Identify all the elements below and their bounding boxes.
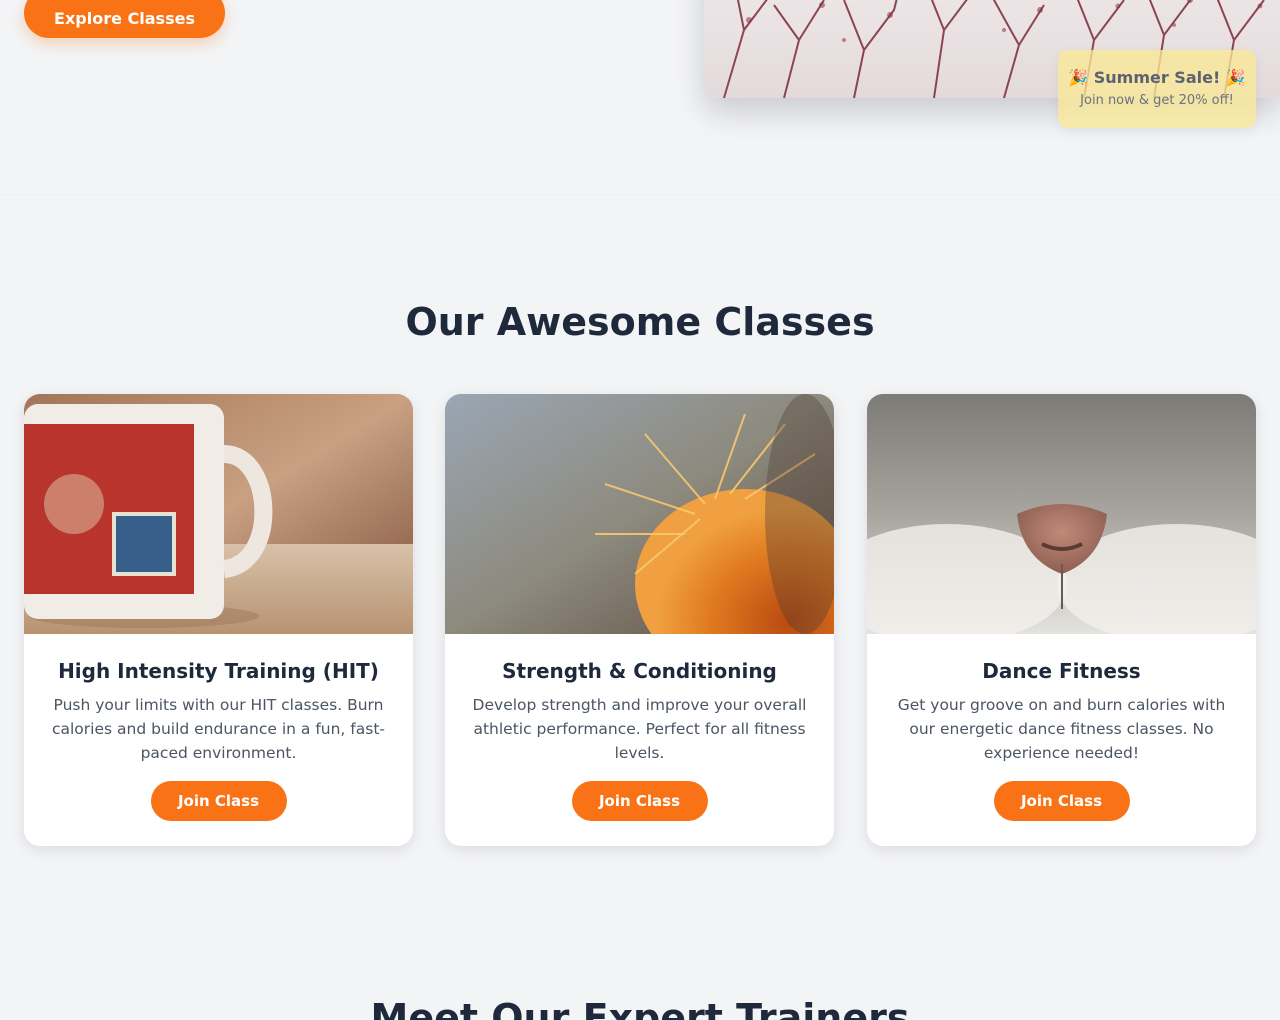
class-card-strength: Strength & Conditioning Develop strength… xyxy=(445,394,834,846)
cactus-photo xyxy=(445,394,834,634)
class-description: Push your limits with our HIT classes. B… xyxy=(51,696,385,762)
join-class-button[interactable]: Join Class xyxy=(150,781,287,821)
class-title: High Intensity Training (HIT) xyxy=(58,659,379,683)
explore-classes-button[interactable]: Explore Classes xyxy=(24,0,225,38)
hero-section: Explore Classes 🎉 Summer Sale! 🎉 Join no… xyxy=(0,0,1280,196)
promo-subtitle: Join now & get 20% off! xyxy=(1080,93,1234,108)
promo-title: 🎉 Summer Sale! 🎉 xyxy=(1068,68,1246,87)
class-title: Dance Fitness xyxy=(982,659,1141,683)
class-description: Develop strength and improve your overal… xyxy=(472,696,807,762)
class-card-dance: Dance Fitness Get your groove on and bur… xyxy=(867,394,1256,846)
section-divider xyxy=(0,194,1280,196)
summer-sale-banner: 🎉 Summer Sale! 🎉 Join now & get 20% off! xyxy=(1058,50,1256,128)
mug-photo xyxy=(24,394,413,634)
classes-heading: Our Awesome Classes xyxy=(405,300,875,344)
trainers-heading: Meet Our Expert Trainers xyxy=(370,996,910,1020)
class-description: Get your groove on and burn calories wit… xyxy=(897,696,1226,762)
join-class-button[interactable]: Join Class xyxy=(571,781,708,821)
join-class-button[interactable]: Join Class xyxy=(993,781,1130,821)
class-title: Strength & Conditioning xyxy=(502,659,777,683)
class-card-hit: High Intensity Training (HIT) Push your … xyxy=(24,394,413,846)
cat-nose-photo xyxy=(867,394,1256,634)
